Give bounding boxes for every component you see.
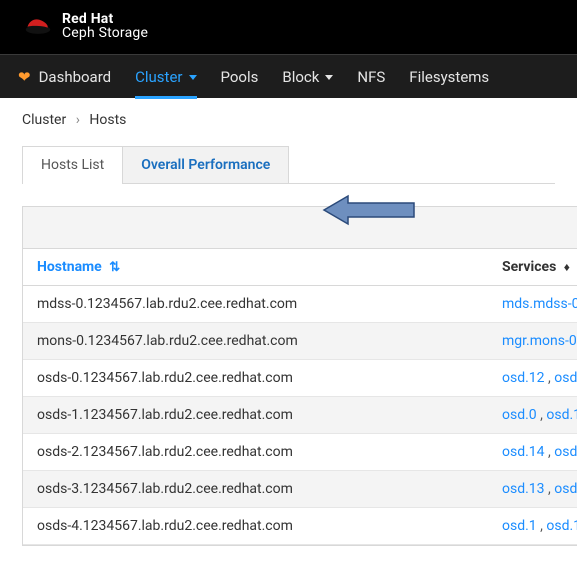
service-link[interactable]: osd.10	[546, 407, 577, 423]
nav-item-label: Block	[282, 68, 319, 86]
hostname-cell: mdss-0.1234567.lab.rdu2.cee.redhat.com	[23, 286, 488, 323]
breadcrumb-current: Hosts	[89, 112, 126, 128]
chevron-down-icon	[189, 75, 197, 80]
service-link[interactable]: osd.0	[502, 407, 537, 423]
table-row: mons-0.1234567.lab.rdu2.cee.redhat.commg…	[23, 323, 577, 360]
breadcrumb-separator: ›	[76, 112, 80, 128]
tab-hosts-list[interactable]: Hosts List	[22, 146, 123, 183]
services-cell: mgr.mons-0 , mon.m	[488, 323, 577, 360]
nav-item-label: Cluster	[135, 68, 182, 86]
services-cell: mds.mdss-0	[488, 286, 577, 323]
col-header-services[interactable]: Services ♦	[488, 249, 577, 286]
brand-bottom: Ceph Storage	[62, 26, 148, 40]
hosts-table-container: Hostname ⇅ Services ♦ mdss-0.1234567.lab…	[22, 206, 577, 546]
services-cell: osd.1 , osd.11 , osd.6	[488, 508, 577, 545]
nav-item-filesystems[interactable]: Filesystems	[409, 55, 489, 98]
service-link[interactable]: osd.12	[502, 370, 545, 386]
nav-item-label: Filesystems	[409, 68, 489, 86]
nav-item-label: Pools	[221, 68, 259, 86]
tabs: Hosts ListOverall Performance	[22, 146, 555, 184]
services-cell: osd.0 , osd.10 , osd.5	[488, 397, 577, 434]
hostname-cell: osds-2.1234567.lab.rdu2.cee.redhat.com	[23, 434, 488, 471]
service-link[interactable]: osd.2	[554, 370, 577, 386]
service-separator: ,	[537, 518, 547, 534]
service-link[interactable]: mds.mdss-0	[502, 296, 577, 312]
sort-asc-icon: ⇅	[109, 260, 120, 275]
nav-item-dashboard[interactable]: ❤ Dashboard	[18, 55, 111, 98]
brand-top: Red Hat	[62, 12, 148, 26]
table-row: mdss-0.1234567.lab.rdu2.cee.redhat.com md…	[23, 286, 577, 323]
breadcrumb-parent[interactable]: Cluster	[22, 112, 66, 128]
service-link[interactable]: mgr.mons-0	[502, 333, 577, 349]
nav-item-nfs[interactable]: NFS	[357, 55, 385, 98]
main-nav: ❤ Dashboard Cluster Pools Block NFS Filesystem…	[0, 54, 577, 98]
table-row: osds-4.1234567.lab.rdu2.cee.redhat.comos…	[23, 508, 577, 545]
service-link[interactable]: osd.1	[502, 518, 537, 534]
service-separator: ,	[545, 444, 555, 460]
heartbeat-icon: ❤	[18, 68, 31, 86]
nav-item-label: Dashboard	[39, 68, 112, 86]
table-row: osds-0.1234567.lab.rdu2.cee.redhat.comos…	[23, 360, 577, 397]
hosts-table: Hostname ⇅ Services ♦ mdss-0.1234567.lab…	[23, 249, 577, 545]
chevron-down-icon	[325, 75, 333, 80]
hostname-cell: mons-0.1234567.lab.rdu2.cee.redhat.com	[23, 323, 488, 360]
nav-item-block[interactable]: Block	[282, 55, 333, 98]
services-cell: osd.14 , osd.4 , osd.9	[488, 434, 577, 471]
col-header-services-label: Services	[502, 259, 556, 275]
service-separator: ,	[537, 407, 547, 423]
services-cell: osd.12 , osd.2 , osd.7	[488, 360, 577, 397]
service-link[interactable]: osd.11	[546, 518, 577, 534]
hostname-cell: osds-1.1234567.lab.rdu2.cee.redhat.com	[23, 397, 488, 434]
redhat-logo-icon	[24, 16, 52, 36]
nav-item-cluster[interactable]: Cluster	[135, 55, 196, 98]
service-link[interactable]: osd.14	[502, 444, 545, 460]
service-separator: ,	[545, 370, 555, 386]
service-link[interactable]: osd.4	[554, 444, 577, 460]
service-link[interactable]: osd.13	[502, 481, 545, 497]
nav-item-label: NFS	[357, 68, 385, 86]
service-link[interactable]: osd.3	[554, 481, 577, 497]
tab-overall-performance[interactable]: Overall Performance	[122, 146, 289, 183]
breadcrumb: Cluster › Hosts	[0, 98, 577, 146]
nav-item-pools[interactable]: Pools	[221, 55, 259, 98]
col-header-hostname-label: Hostname	[37, 259, 102, 275]
table-row: osds-1.1234567.lab.rdu2.cee.redhat.comos…	[23, 397, 577, 434]
services-cell: osd.13 , osd.3 , osd.8	[488, 471, 577, 508]
col-header-hostname[interactable]: Hostname ⇅	[23, 249, 488, 286]
table-toolbar	[23, 207, 577, 249]
hostname-cell: osds-4.1234567.lab.rdu2.cee.redhat.com	[23, 508, 488, 545]
service-separator: ,	[545, 481, 555, 497]
brand-header: Red Hat Ceph Storage	[0, 0, 577, 54]
hostname-cell: osds-0.1234567.lab.rdu2.cee.redhat.com	[23, 360, 488, 397]
hostname-cell: osds-3.1234567.lab.rdu2.cee.redhat.com	[23, 471, 488, 508]
sort-icon: ♦	[564, 260, 570, 274]
brand-text: Red Hat Ceph Storage	[62, 12, 148, 40]
table-row: osds-2.1234567.lab.rdu2.cee.redhat.comos…	[23, 434, 577, 471]
table-row: osds-3.1234567.lab.rdu2.cee.redhat.comos…	[23, 471, 577, 508]
